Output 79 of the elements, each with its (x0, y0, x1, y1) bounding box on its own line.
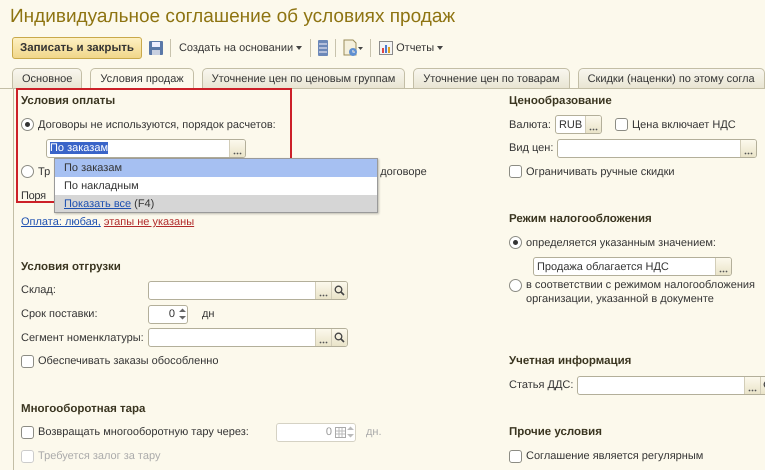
checkbox-label: Обеспечивать заказы обособленно (38, 355, 218, 368)
tab[interactable]: Условия продаж (90, 68, 194, 89)
ellipsis-icon (319, 341, 328, 344)
window-title: Индивидуальное соглашение об условиях продаж (9, 5, 456, 29)
document-clock-icon[interactable] (342, 39, 364, 57)
list-icon[interactable] (317, 39, 330, 57)
radio-button[interactable] (21, 165, 34, 178)
section-heading: Многооборотная тара (21, 402, 146, 415)
calculator-icon[interactable] (335, 426, 346, 438)
save-close-button[interactable]: Записать и закрыть (12, 37, 142, 59)
radio-label: Тр (38, 166, 50, 178)
radio-label: определяется указанным значением: (526, 236, 716, 249)
radio-label: Договоры не используются, порядок расчетов: (38, 118, 276, 131)
ellipsis-icon (233, 152, 242, 155)
ellipsis-icon (319, 294, 328, 297)
tab[interactable]: Уточнение цен по ценовым группам (202, 68, 406, 88)
price-type-field[interactable] (557, 138, 758, 158)
ellipsis-icon (748, 388, 758, 392)
currency-field[interactable]: RUB (554, 115, 602, 134)
choose-button[interactable] (715, 258, 731, 276)
tab[interactable]: Основное (12, 68, 82, 88)
field-label: Статья ДДС: (509, 379, 574, 392)
payment-terms-text[interactable]: Оплата: любая, этапы не указаны (21, 216, 194, 228)
search-icon[interactable] (331, 329, 347, 346)
checkbox[interactable] (509, 165, 522, 178)
ellipsis-icon (589, 128, 598, 132)
field-label: Поря (21, 190, 46, 202)
radio-button[interactable] (21, 118, 34, 132)
checkbox-label: Соглашение является регулярным (526, 450, 704, 462)
settlement-order-field[interactable]: По заказам (46, 138, 246, 158)
dropdown-item[interactable]: По накладным (55, 177, 377, 195)
ellipsis-icon (744, 152, 754, 155)
choose-button[interactable] (585, 116, 601, 134)
shortcut-hint: (F4) (134, 198, 154, 210)
show-all-link[interactable]: Показать все (64, 198, 132, 210)
spinner-icon[interactable] (178, 307, 187, 322)
field-label: Сегмент номенклатуры: (21, 332, 144, 344)
dropdown-item[interactable]: По заказам (55, 159, 377, 177)
checkbox-label: Цена включает НДС (632, 118, 736, 131)
radio-button[interactable] (509, 236, 522, 250)
caret-icon (437, 46, 444, 50)
radio-label: договоре (380, 166, 427, 178)
lookup-field[interactable] (148, 280, 348, 300)
radio-button[interactable] (509, 278, 522, 292)
checkbox[interactable] (614, 118, 628, 132)
tab[interactable]: Уточнение цен по товарам (413, 68, 570, 88)
choose-button[interactable] (740, 140, 756, 157)
number-field[interactable]: 0 (148, 304, 188, 324)
unit-label: дн (202, 308, 214, 320)
checkbox-label: Ограничивать ручные скидки (526, 166, 675, 178)
field-label: Валюта: (509, 118, 551, 131)
tax-mode-field[interactable]: Продажа облагается НДС (533, 257, 732, 276)
field-label: Склад: (21, 284, 57, 296)
checkbox[interactable] (509, 450, 522, 463)
section-heading: Прочие условия (509, 426, 602, 438)
checkbox-label: Требуется залог за тару (38, 450, 160, 462)
checkbox[interactable] (21, 354, 34, 368)
section-heading: Учетная информация (509, 355, 632, 368)
save-icon[interactable] (148, 40, 164, 56)
radio-label: в соответствии с режимом налогообложения организации, указанной в документе (526, 278, 756, 306)
caret-icon (296, 46, 302, 50)
checkbox[interactable] (21, 426, 34, 439)
ellipsis-icon (719, 270, 728, 274)
cash-flow-field[interactable] (577, 376, 765, 395)
section-heading: Режим налогообложения (509, 213, 652, 226)
choose-button[interactable] (229, 140, 245, 157)
lookup-field[interactable] (148, 328, 348, 348)
chart-icon (379, 41, 394, 55)
tab[interactable]: Скидки (наценки) по этому согла (578, 68, 765, 88)
section-heading: Ценообразование (509, 94, 612, 107)
reports-button[interactable]: Отчеты (377, 37, 446, 59)
section-heading: Условия отгрузки (21, 260, 121, 273)
create-based-on-button[interactable]: Создать на основании (176, 37, 304, 59)
unit-label: дн. (366, 426, 382, 438)
field-label: Вид цен: (509, 142, 554, 154)
search-icon[interactable] (331, 282, 347, 299)
section-heading: Условия оплаты (21, 94, 116, 107)
checkbox-label: Возвращать многооборотную тару через: (38, 426, 250, 438)
field-label: Срок поставки: (21, 308, 99, 320)
